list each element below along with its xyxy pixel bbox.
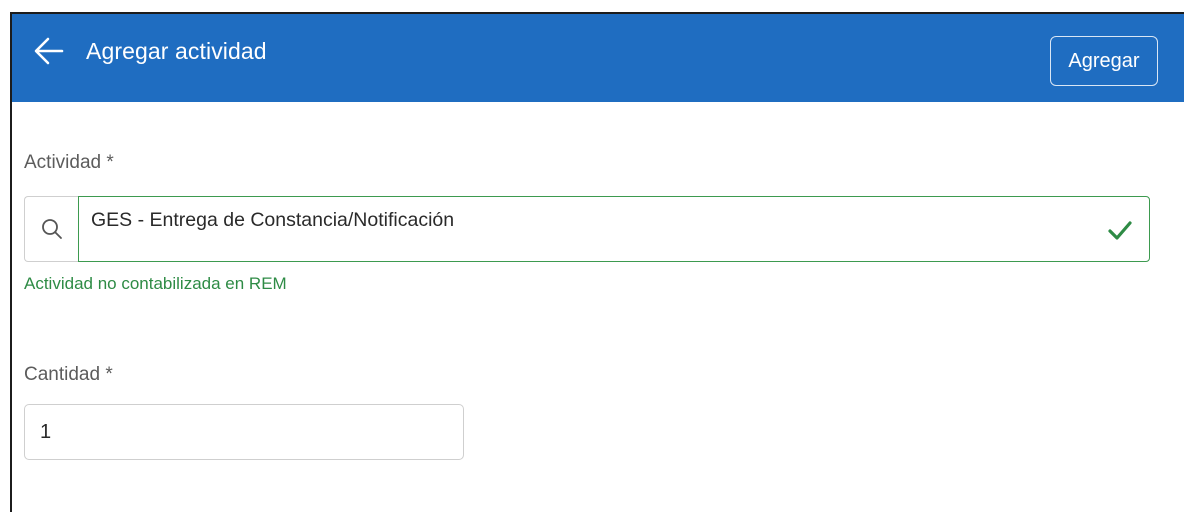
search-icon [41,219,62,239]
top-app-bar: Agregar actividad Agregar [12,14,1184,102]
back-button[interactable] [32,34,66,68]
quantity-value: 1 [40,421,52,443]
activity-value: GES - Entrega de Constancia/Notificación [91,209,455,231]
agregar-button[interactable]: Agregar [1050,36,1158,86]
search-button[interactable] [24,196,78,262]
quantity-label: Cantidad * [24,364,113,385]
activity-label: Actividad * [24,152,114,173]
quantity-input[interactable]: 1 [24,404,464,460]
activity-input[interactable]: GES - Entrega de Constancia/Notificación [78,196,1150,262]
arrow-left-icon [34,37,64,65]
activity-hint: Actividad no contabilizada en REM [24,274,287,293]
app-window: Agregar actividad Agregar Actividad * GE… [10,12,1184,512]
page-title: Agregar actividad [86,38,267,64]
check-icon [1108,221,1132,240]
activity-field: GES - Entrega de Constancia/Notificación [24,196,1150,262]
